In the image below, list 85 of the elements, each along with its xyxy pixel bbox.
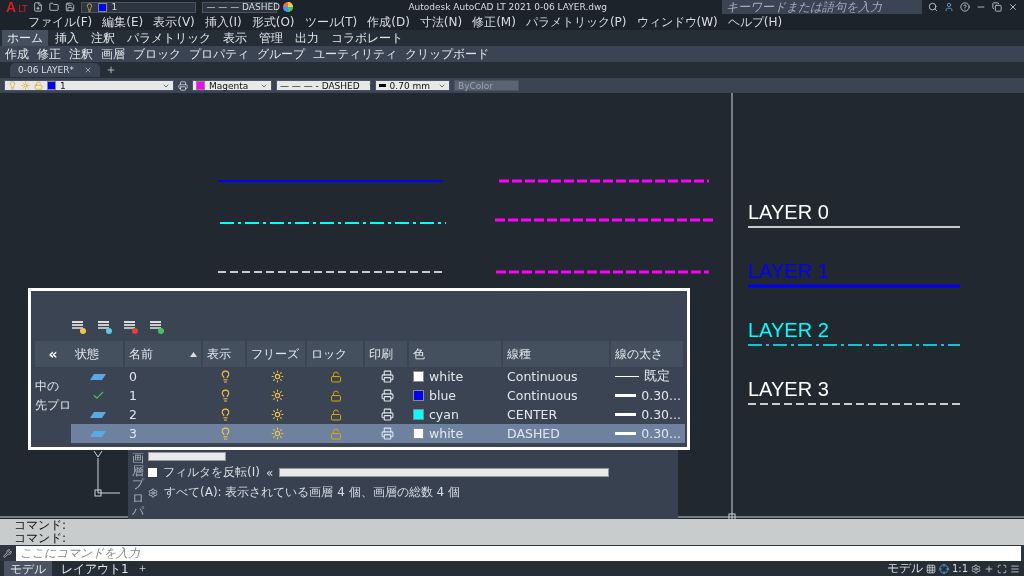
menu-item[interactable]: ファイル(F)	[28, 13, 93, 31]
layer-label: LAYER 3	[748, 378, 830, 400]
menu-item[interactable]: ヘルプ(H)	[727, 13, 783, 31]
side-text: 先プロ	[35, 397, 71, 414]
layer-dropdown[interactable]: 1	[81, 1, 197, 13]
color-cell[interactable]: white	[409, 367, 503, 386]
app-logo-subtext: LT	[18, 5, 28, 14]
menu-item[interactable]: 寸法(N)	[419, 13, 463, 31]
checkbox-label: フィルタを反転(I)	[163, 464, 260, 481]
lineweight-value: 既定	[644, 368, 670, 385]
linetype-dropdown[interactable]: — — — DASHED	[202, 1, 278, 13]
palette-title: 画層プロパ	[132, 452, 144, 518]
menu-item[interactable]: 修正(M)	[472, 13, 516, 31]
ribbon-panel-title[interactable]: プロパティ	[186, 45, 252, 63]
menu-item[interactable]: パラメトリック(P)	[525, 13, 627, 31]
color-cell[interactable]: blue	[409, 386, 503, 405]
status-text: すべて(A): 表示されている画層 4 個、画層の総数 4 個	[164, 484, 460, 501]
annotation-scale-button[interactable]: 1:1	[951, 563, 968, 574]
column-header[interactable]: 色	[409, 341, 501, 367]
layer-label: LAYER 1	[748, 260, 830, 282]
column-header[interactable]: 線種	[503, 341, 609, 367]
layer-name-cell[interactable]: 1	[125, 386, 203, 405]
column-header[interactable]: 線の太さ	[611, 341, 683, 367]
column-header[interactable]: 状態	[71, 341, 123, 367]
ribbon-panel-title[interactable]: 修正	[34, 45, 64, 63]
color-cell[interactable]: cyan	[409, 405, 503, 424]
model-space-button[interactable]: モデル	[886, 560, 923, 576]
ribbon-tab[interactable]: 挿入	[50, 30, 84, 46]
layer-dropdown[interactable]: 1	[4, 80, 174, 91]
lineweight-cell[interactable]: 0.30...	[611, 405, 685, 424]
menu-item[interactable]: 形式(O)	[251, 13, 295, 31]
layer-name-cell[interactable]: 0	[125, 367, 203, 386]
linetype-cell[interactable]: CENTER	[503, 405, 611, 424]
ribbon-panel-title[interactable]: 作成	[2, 45, 32, 63]
ribbon-tab[interactable]: 管理	[254, 30, 288, 46]
ribbon-tab[interactable]: 表示	[218, 30, 252, 46]
layer-label: LAYER 0	[748, 201, 830, 223]
color-name: white	[429, 426, 464, 441]
ribbon-panel-title[interactable]: 注釈	[66, 45, 96, 63]
ribbon-tab[interactable]: ホーム	[2, 30, 48, 46]
linetype-cell[interactable]: Continuous	[503, 386, 611, 405]
menu-item[interactable]: ウィンドウ(W)	[636, 13, 718, 31]
menu-item[interactable]: ツール(T)	[304, 13, 358, 31]
ribbon-panel-title[interactable]: グループ	[254, 45, 308, 63]
lineweight-cell[interactable]: 既定	[611, 367, 685, 386]
layout-tab[interactable]: モデル	[4, 561, 52, 576]
ribbon-panel-title[interactable]: ユーティリティ	[310, 45, 400, 63]
search-field[interactable]: キーワードまたは語句を入力	[722, 0, 922, 14]
ribbon-panel-title[interactable]: クリップボード	[402, 45, 492, 63]
lineweight-value: 0.30...	[641, 426, 681, 441]
menu-item[interactable]: 挿入(I)	[204, 13, 242, 31]
column-header[interactable]: 印刷	[365, 341, 407, 367]
menu-item[interactable]: 表示(V)	[153, 13, 195, 31]
layout-tab[interactable]: レイアウト1	[55, 561, 135, 576]
lineweight-value: 0.30...	[641, 388, 681, 403]
command-input[interactable]: ここにコマンドを入力	[16, 545, 1021, 561]
collapse-button[interactable]: «	[35, 341, 71, 367]
lineweight-value: 0.30...	[641, 407, 681, 422]
color-name: blue	[429, 388, 457, 403]
ribbon-tab[interactable]: 出力	[290, 30, 324, 46]
layer-label: LAYER 2	[748, 319, 830, 341]
color-name: cyan	[429, 407, 459, 422]
ribbon-panel-title[interactable]: ブロック	[130, 45, 184, 63]
ribbon-tab[interactable]: 注釈	[86, 30, 120, 46]
color-name: white	[429, 369, 464, 384]
ribbon-panel-title[interactable]: 画層	[98, 45, 128, 63]
lineweight-dropdown[interactable]: 0.70 mm	[375, 80, 450, 91]
column-header[interactable]: ロック	[307, 341, 363, 367]
color-dropdown[interactable]: Magenta	[192, 80, 272, 91]
lineweight-cell[interactable]: 0.30...	[611, 386, 685, 405]
command-line: コマンド:	[14, 519, 68, 532]
column-header[interactable]: 表示	[203, 341, 245, 367]
command-line: コマンド:	[14, 532, 68, 545]
menu-item[interactable]: 作成(D)	[367, 13, 410, 31]
menu-item[interactable]: 編集(E)	[102, 13, 144, 31]
document-tab[interactable]: 0-06 LAYER*	[10, 63, 100, 77]
column-header[interactable]: 名前	[125, 341, 201, 367]
side-text: 中の	[35, 378, 60, 395]
column-header[interactable]: フリーズ	[247, 341, 305, 367]
layer-name-cell[interactable]: 2	[125, 405, 203, 424]
window-title: Autodesk AutoCAD LT 2021 0-06 LAYER.dwg	[408, 2, 608, 12]
ribbon-tab[interactable]: パラメトリック	[122, 30, 216, 46]
collapse-button[interactable]: «	[265, 465, 274, 480]
ribbon-tab[interactable]: コラボレート	[326, 30, 408, 46]
linetype-cell[interactable]: Continuous	[503, 367, 611, 386]
